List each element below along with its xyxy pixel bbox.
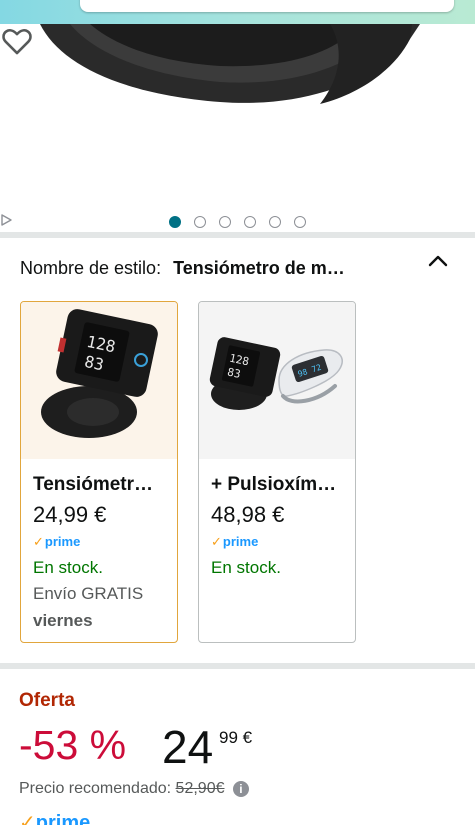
option-shipping: Envío GRATIS — [33, 584, 144, 603]
play-icon[interactable] — [0, 214, 12, 226]
gallery-dot-6[interactable] — [294, 216, 306, 228]
option-title: Tensiómetr… — [33, 474, 154, 495]
prime-check-icon: ✓ — [211, 534, 222, 549]
recommended-price: Precio recomendado: 52,90€ i — [19, 780, 249, 798]
deal-badge: Oferta — [19, 690, 75, 711]
option-price: 48,98 € — [211, 502, 285, 527]
search-input[interactable] — [80, 0, 454, 12]
discount-percentage: -53 % — [19, 722, 127, 768]
svg-text:83: 83 — [83, 352, 106, 375]
rrp-label: Precio recomendado: — [19, 780, 172, 797]
option-title: + Pulsioxím… — [211, 474, 337, 495]
gallery-dot-5[interactable] — [269, 216, 281, 228]
info-icon[interactable]: i — [232, 780, 249, 797]
price-whole: 24 — [162, 721, 214, 773]
style-selector[interactable]: Nombre de estilo: Tensiómetro de m… — [20, 256, 460, 280]
section-divider — [0, 663, 475, 669]
prime-check-icon: ✓ — [33, 534, 44, 549]
section-divider — [0, 232, 475, 238]
gallery-pagination — [0, 214, 475, 230]
gallery-dot-4[interactable] — [244, 216, 256, 228]
product-image — [40, 24, 420, 104]
rrp-value: 52,90€ — [175, 780, 225, 797]
prime-badge: ✓prime — [19, 810, 90, 825]
prime-badge: ✓prime — [33, 534, 81, 549]
prime-badge: ✓prime — [211, 534, 259, 549]
chevron-up-icon[interactable] — [425, 250, 451, 272]
option-price: 24,99 € — [33, 502, 107, 527]
style-option-pulsioximetro[interactable]: 128 83 98 72 + Pulsioxím… 48,98 € ✓prime… — [198, 301, 356, 643]
option-image: 128 83 98 72 — [199, 302, 355, 459]
heart-outline-icon[interactable] — [0, 24, 34, 58]
style-option-tensiometro[interactable]: 128 83 Tensiómetr… 24,99 € ✓prime En sto… — [20, 301, 178, 643]
option-delivery-day: viernes — [33, 611, 93, 630]
gallery-dot-3[interactable] — [219, 216, 231, 228]
option-image: 128 83 — [21, 302, 177, 459]
gallery-dot-1[interactable] — [169, 216, 181, 228]
product-image-gallery[interactable] — [0, 24, 475, 231]
prime-check-icon: ✓ — [19, 812, 36, 825]
price-fraction: 99 € — [219, 728, 253, 747]
gallery-dot-2[interactable] — [194, 216, 206, 228]
option-stock: En stock. — [33, 558, 103, 577]
option-stock: En stock. — [211, 558, 281, 577]
style-label: Nombre de estilo: — [20, 257, 162, 278]
style-value: Tensiómetro de m… — [173, 257, 345, 278]
svg-text:83: 83 — [226, 365, 242, 380]
